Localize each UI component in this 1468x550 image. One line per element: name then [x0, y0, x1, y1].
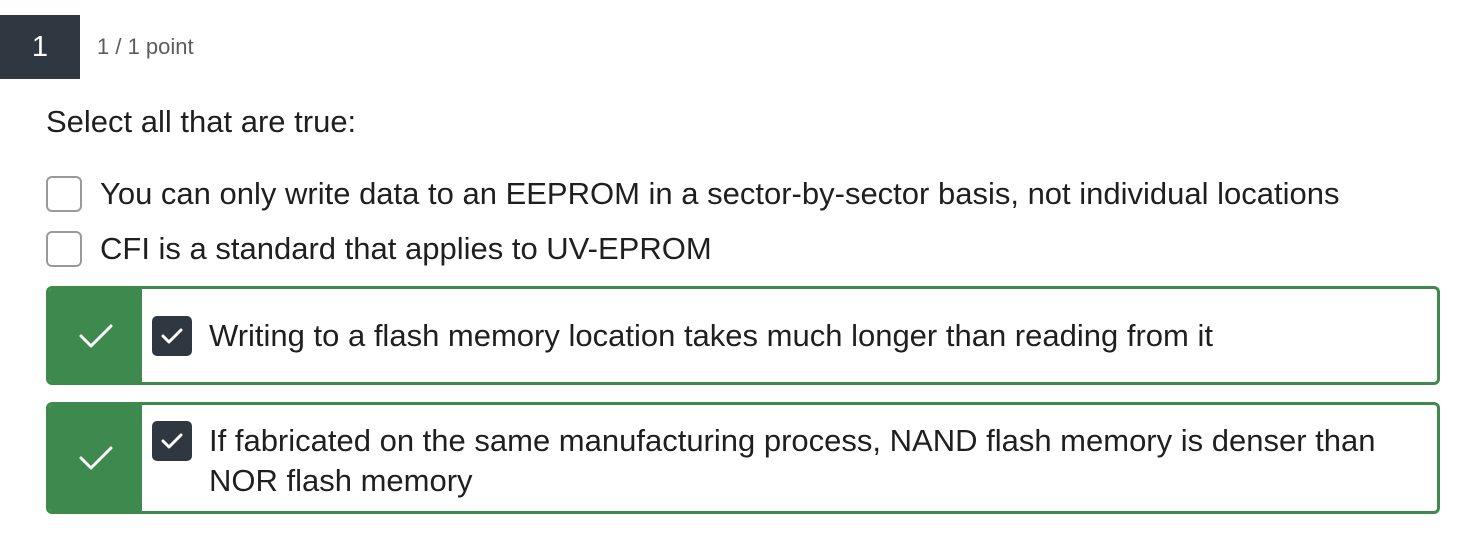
checkbox-unchecked-icon[interactable]: [46, 176, 82, 212]
checkmark-icon: [161, 328, 183, 343]
points-label: 1 / 1 point: [97, 34, 194, 59]
option-1-label: You can only write data to an EEPROM in …: [100, 176, 1340, 211]
option-3[interactable]: Writing to a flash memory location takes…: [46, 286, 1440, 385]
checkmark-icon: [79, 446, 112, 470]
checkmark-icon: [161, 433, 183, 449]
option-3-label: Writing to a flash memory location takes…: [209, 317, 1213, 353]
checkbox-unchecked-icon[interactable]: [46, 231, 82, 267]
question-prompt: Select all that are true:: [46, 104, 357, 139]
option-4[interactable]: If fabricated on the same manufacturing …: [46, 402, 1440, 514]
checkbox-checked-icon[interactable]: [152, 315, 192, 356]
option-4-label: If fabricated on the same manufacturing …: [209, 423, 1376, 498]
correct-indicator: [49, 405, 142, 511]
correct-indicator: [49, 289, 142, 382]
option-2[interactable]: CFI is a standard that applies to UV-EPR…: [46, 231, 712, 267]
option-2-label: CFI is a standard that applies to UV-EPR…: [100, 231, 712, 266]
checkbox-checked-icon[interactable]: [152, 421, 192, 461]
checkmark-icon: [79, 324, 112, 347]
question-number-badge: 1: [0, 15, 80, 79]
question-number: 1: [31, 30, 49, 63]
option-1[interactable]: You can only write data to an EEPROM in …: [46, 176, 1340, 212]
